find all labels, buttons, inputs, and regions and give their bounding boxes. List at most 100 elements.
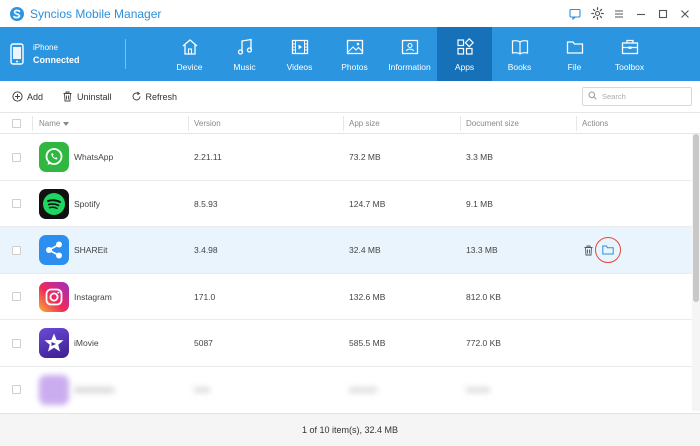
window-controls <box>566 0 694 27</box>
vertical-scrollbar[interactable] <box>692 134 700 411</box>
blurred-text <box>349 367 377 412</box>
table-row[interactable]: Instagram 171.0 132.6 MB 812.0 KB <box>0 274 692 320</box>
blurred-text <box>74 367 114 412</box>
tab-label: Apps <box>454 61 475 72</box>
uninstall-button[interactable]: Uninstall <box>62 91 112 102</box>
document-size: 772.0 KB <box>466 338 501 348</box>
feedback-icon[interactable] <box>566 5 584 23</box>
table-header: Name Version App size Document size Acti… <box>0 113 700 134</box>
name-column-header[interactable]: Name <box>39 113 70 134</box>
nav-tabs: Device Music Videos Photos Information A… <box>162 27 657 81</box>
app-version: 171.0 <box>194 291 216 302</box>
tab-photos[interactable]: Photos <box>327 27 382 81</box>
sort-desc-icon <box>63 119 70 128</box>
app-title: Syncios Mobile Manager <box>30 6 162 21</box>
film-icon <box>290 37 310 57</box>
whatsapp-icon <box>39 142 69 172</box>
tab-file[interactable]: File <box>547 27 602 81</box>
version-column-header[interactable]: Version <box>194 113 221 134</box>
folder-icon <box>565 37 585 57</box>
tab-label: Information <box>388 61 431 72</box>
selection-summary: 1 of 10 item(s), 32.4 MB <box>301 425 399 435</box>
actions-header-label: Actions <box>582 119 609 128</box>
table-row[interactable]: SHAREit 3.4.98 32.4 MB 13.3 MB <box>0 227 692 274</box>
home-icon <box>180 37 200 57</box>
tab-label: Toolbox <box>614 61 645 72</box>
tab-device[interactable]: Device <box>162 27 217 81</box>
refresh-button[interactable]: Refresh <box>131 91 178 102</box>
document-size-header-label: Document size <box>466 119 519 128</box>
row-checkbox[interactable] <box>12 181 21 227</box>
contact-card-icon <box>400 37 420 57</box>
highlight-circle <box>595 237 621 263</box>
tab-music[interactable]: Music <box>217 27 272 81</box>
table-row[interactable]: iMovie 5087 585.5 MB 772.0 KB <box>0 320 692 367</box>
app-size: 585.5 MB <box>349 338 386 348</box>
device-status: Connected <box>33 55 80 65</box>
tab-videos[interactable]: Videos <box>272 27 327 81</box>
search-icon <box>588 91 597 102</box>
row-checkbox[interactable] <box>12 367 21 412</box>
tab-label: File <box>567 61 582 72</box>
browse-app-files-button[interactable] <box>595 227 621 273</box>
blurred-app-icon <box>39 374 69 405</box>
shareit-icon <box>39 235 69 265</box>
status-bar: 1 of 10 item(s), 32.4 MB <box>0 413 700 446</box>
row-checkbox[interactable] <box>12 320 21 366</box>
settings-gear-icon[interactable] <box>588 5 606 23</box>
tab-label: Photos <box>341 61 368 72</box>
document-size: 9.1 MB <box>466 198 493 209</box>
document-size: 13.3 MB <box>466 245 498 255</box>
app-name: SHAREit <box>74 245 108 255</box>
row-checkbox[interactable] <box>12 227 21 273</box>
row-checkbox[interactable] <box>12 134 21 180</box>
title-bar: Syncios Mobile Manager <box>0 0 700 27</box>
tab-toolbox[interactable]: Toolbox <box>602 27 657 81</box>
minimize-icon[interactable] <box>632 5 650 23</box>
tab-label: Videos <box>286 61 313 72</box>
refresh-icon <box>131 91 142 102</box>
device-info[interactable]: iPhone Connected <box>0 27 126 81</box>
apps-grid-icon <box>455 37 475 57</box>
plus-circle-icon <box>12 91 23 102</box>
scrollbar-thumb[interactable] <box>693 134 699 302</box>
menu-icon[interactable] <box>610 5 628 23</box>
maximize-icon[interactable] <box>654 5 672 23</box>
search-input[interactable] <box>602 92 687 101</box>
book-icon <box>510 37 530 57</box>
device-name: iPhone <box>33 43 58 52</box>
app-size: 32.4 MB <box>349 245 381 255</box>
row-checkbox[interactable] <box>12 274 21 320</box>
actions-column-header: Actions <box>582 113 608 134</box>
refresh-label: Refresh <box>145 91 178 102</box>
tab-books[interactable]: Books <box>492 27 547 81</box>
app-version: 3.4.98 <box>194 245 218 255</box>
action-bar: Add Uninstall Refresh <box>0 81 700 113</box>
app-size-column-header[interactable]: App size <box>349 113 380 134</box>
version-header-label: Version <box>194 119 221 128</box>
add-label: Add <box>27 91 44 102</box>
table-row-blurred[interactable] <box>0 367 692 412</box>
app-version: 8.5.93 <box>194 198 218 209</box>
app-size: 73.2 MB <box>349 152 381 162</box>
tab-label: Device <box>176 61 203 72</box>
music-icon <box>235 37 255 57</box>
add-button[interactable]: Add <box>12 91 43 102</box>
name-header-label: Name <box>39 119 61 128</box>
tab-information[interactable]: Information <box>382 27 437 81</box>
select-all-checkbox[interactable] <box>12 113 21 134</box>
table-row[interactable]: Spotify 8.5.93 124.7 MB 9.1 MB <box>0 181 692 227</box>
uninstall-app-button[interactable] <box>581 227 595 273</box>
app-size: 132.6 MB <box>349 291 386 302</box>
document-size: 3.3 MB <box>466 152 493 162</box>
app-name: iMovie <box>74 338 99 348</box>
search-box[interactable] <box>582 87 692 106</box>
imovie-icon <box>39 328 69 358</box>
app-list: WhatsApp 2.21.11 73.2 MB 3.3 MB Spotify … <box>0 134 692 411</box>
tab-apps[interactable]: Apps <box>437 27 492 81</box>
close-icon[interactable] <box>676 5 694 23</box>
app-version: 2.21.11 <box>194 152 222 162</box>
document-size-column-header[interactable]: Document size <box>466 113 519 134</box>
table-row[interactable]: WhatsApp 2.21.11 73.2 MB 3.3 MB <box>0 134 692 181</box>
app-name: Instagram <box>74 291 112 302</box>
